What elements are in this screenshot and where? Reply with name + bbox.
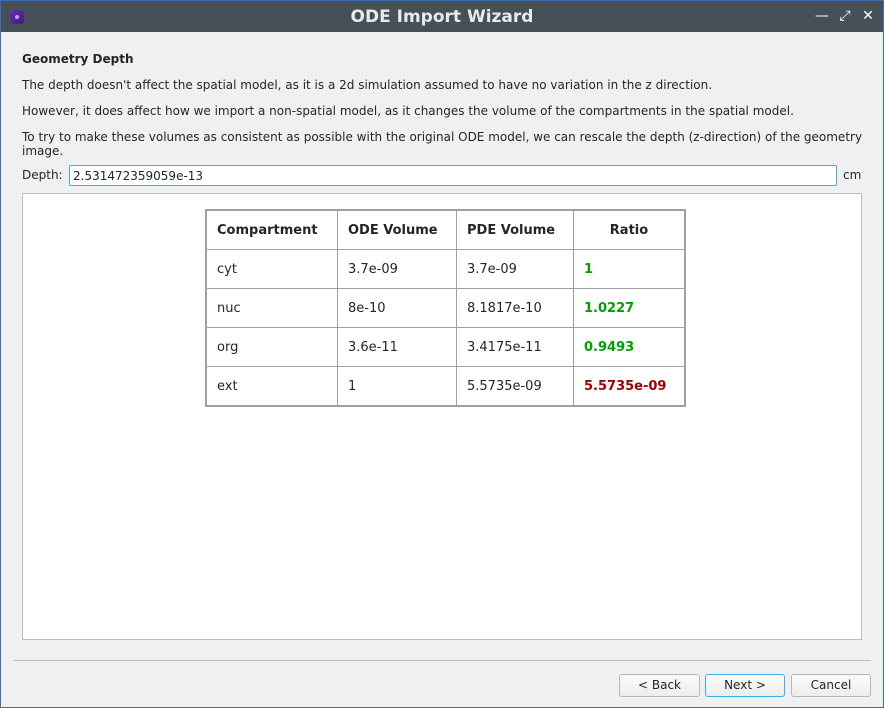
cancel-button[interactable]: Cancel bbox=[791, 674, 871, 697]
window-title: ODE Import Wizard bbox=[350, 7, 534, 27]
header-pde-volume: PDE Volume bbox=[456, 209, 574, 250]
table-row: nuc 8e-10 8.1817e-10 1.0227 bbox=[205, 288, 686, 328]
title-bar[interactable]: ODE Import Wizard — ⤢ ✕ bbox=[1, 1, 883, 32]
header-compartment: Compartment bbox=[205, 209, 338, 250]
description-paragraph-2: However, it does affect how we import a … bbox=[22, 104, 794, 118]
ratio-cell: 5.5735e-09 bbox=[573, 366, 686, 407]
back-button[interactable]: < Back bbox=[619, 674, 700, 697]
description-paragraph-1: The depth doesn't affect the spatial mod… bbox=[22, 78, 713, 92]
table-row: org 3.6e-11 3.4175e-11 0.9493 bbox=[205, 327, 686, 367]
depth-unit-label: cm bbox=[843, 168, 862, 182]
compartment-cell: ext bbox=[205, 366, 338, 407]
ode-volume-cell: 1 bbox=[337, 366, 457, 407]
ode-volume-cell: 3.6e-11 bbox=[337, 327, 457, 367]
table-header-row: Compartment ODE Volume PDE Volume Ratio bbox=[205, 209, 686, 250]
ode-volume-cell: 3.7e-09 bbox=[337, 249, 457, 289]
table-row: cyt 3.7e-09 3.7e-09 1 bbox=[205, 249, 686, 289]
ratio-cell: 0.9493 bbox=[573, 327, 686, 367]
ratio-cell: 1.0227 bbox=[573, 288, 686, 328]
volume-table-panel: Compartment ODE Volume PDE Volume Ratio … bbox=[22, 193, 862, 640]
compartment-cell: cyt bbox=[205, 249, 338, 289]
close-icon[interactable]: ✕ bbox=[860, 8, 876, 24]
page-heading: Geometry Depth bbox=[22, 52, 134, 66]
ratio-cell: 1 bbox=[573, 249, 686, 289]
header-ratio: Ratio bbox=[573, 209, 686, 250]
compartment-cell: nuc bbox=[205, 288, 338, 328]
pde-volume-cell: 3.4175e-11 bbox=[456, 327, 574, 367]
pde-volume-cell: 3.7e-09 bbox=[456, 249, 574, 289]
header-ode-volume: ODE Volume bbox=[337, 209, 457, 250]
pde-volume-cell: 8.1817e-10 bbox=[456, 288, 574, 328]
volume-table: Compartment ODE Volume PDE Volume Ratio … bbox=[205, 209, 686, 407]
wizard-window: ODE Import Wizard — ⤢ ✕ Geometry Depth T… bbox=[0, 0, 884, 708]
button-separator bbox=[13, 660, 871, 661]
compartment-cell: org bbox=[205, 327, 338, 367]
ode-volume-cell: 8e-10 bbox=[337, 288, 457, 328]
maximize-icon[interactable]: ⤢ bbox=[837, 8, 853, 24]
table-row: ext 1 5.5735e-09 5.5735e-09 bbox=[205, 366, 686, 407]
description-paragraph-3: To try to make these volumes as consiste… bbox=[22, 130, 863, 158]
minimize-icon[interactable]: — bbox=[814, 8, 830, 24]
depth-input[interactable] bbox=[69, 165, 837, 186]
pde-volume-cell: 5.5735e-09 bbox=[456, 366, 574, 407]
next-button[interactable]: Next > bbox=[705, 674, 785, 697]
depth-label: Depth: bbox=[22, 168, 63, 182]
